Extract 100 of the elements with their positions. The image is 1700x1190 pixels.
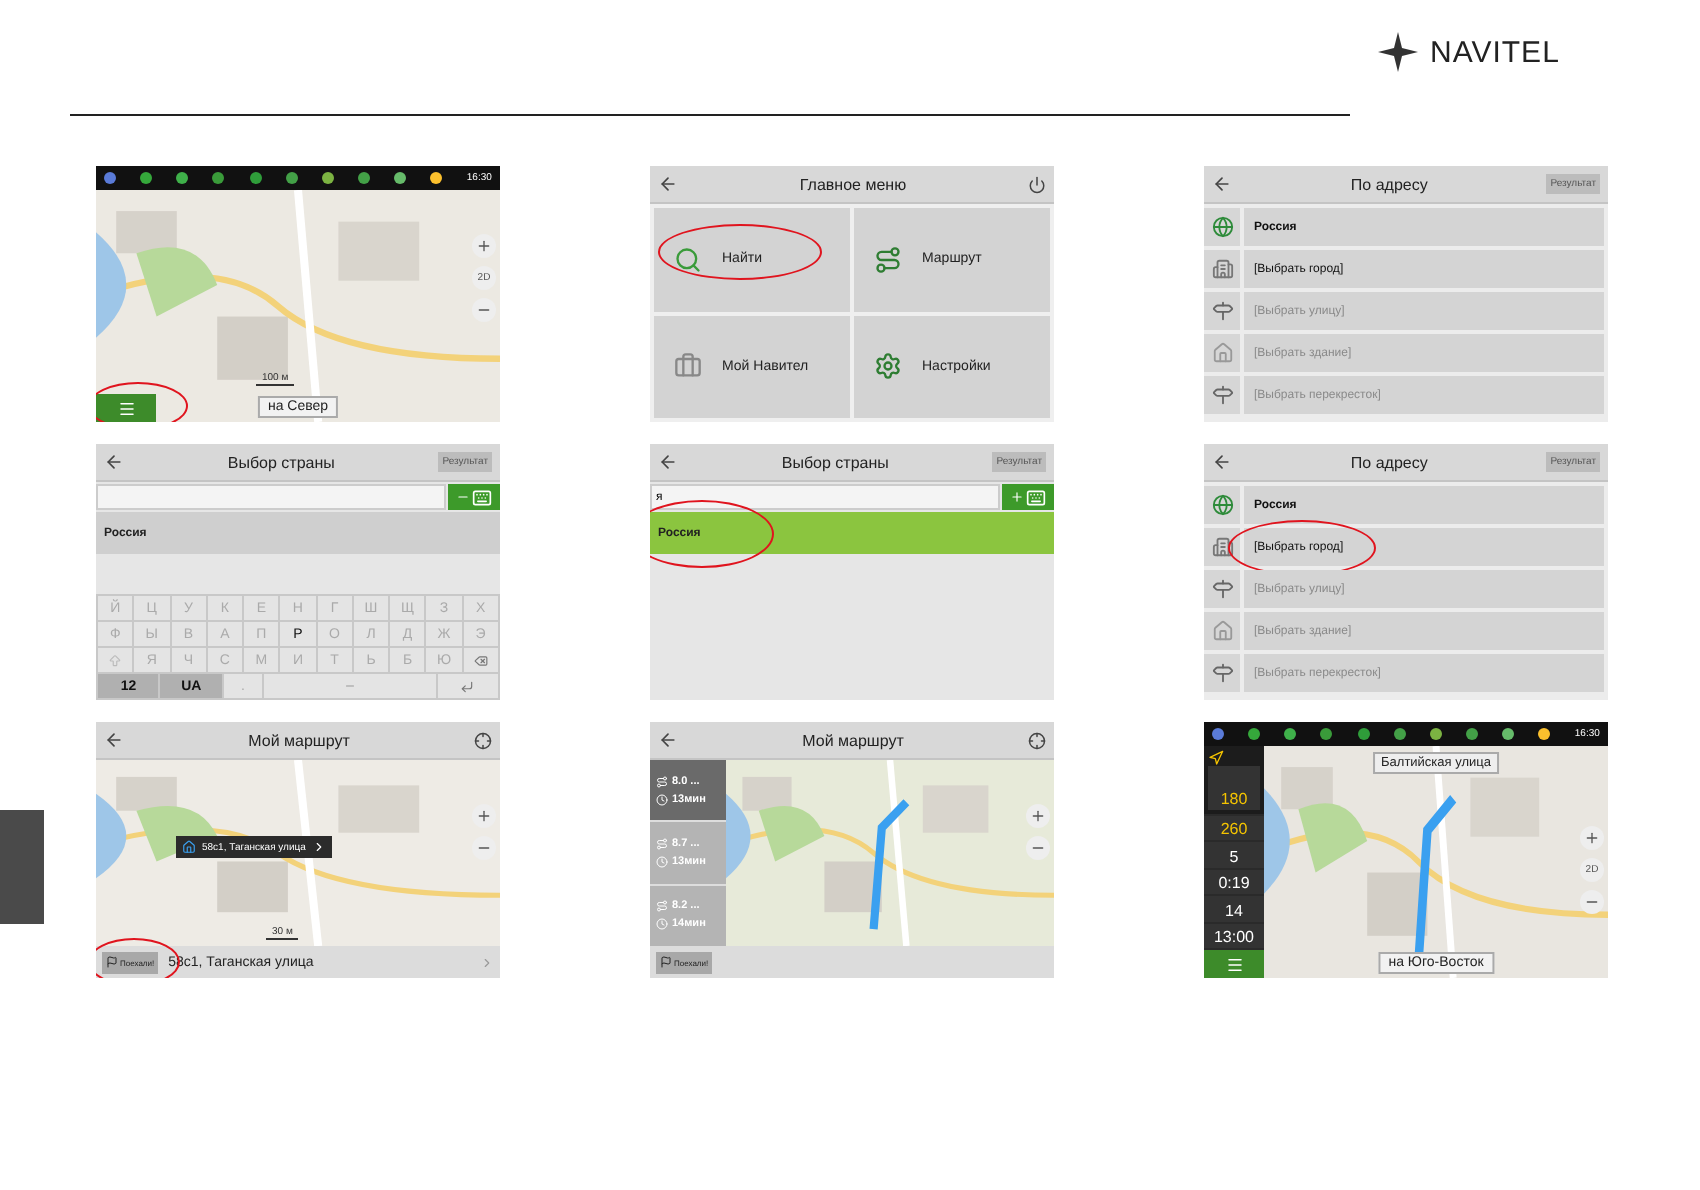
indicator-icon (249, 172, 262, 184)
indicator-icon (140, 172, 153, 184)
backspace-key[interactable] (463, 648, 498, 672)
back-arrow-icon (1212, 452, 1232, 472)
indicator-icon (394, 172, 407, 184)
indicator-icon (1284, 728, 1297, 740)
back-button[interactable] (658, 174, 678, 194)
globe-icon (1211, 494, 1233, 516)
plus-icon (1030, 808, 1046, 824)
plus-icon (476, 238, 492, 254)
keyboard-icon (472, 487, 492, 507)
route-icon (656, 837, 668, 850)
indicator-icon (176, 172, 189, 184)
power-icon (1028, 175, 1046, 193)
back-button[interactable] (104, 730, 124, 750)
flag-icon (660, 956, 672, 968)
indicator-icon (1465, 728, 1478, 740)
screen-title: Выбор страны (225, 453, 337, 471)
route-icon (656, 900, 668, 913)
target-button[interactable] (1028, 731, 1046, 749)
clock-icon (656, 918, 668, 931)
zoom-in-button[interactable] (472, 804, 496, 828)
zoom-out-button[interactable] (1026, 836, 1050, 860)
zoom-out-button[interactable] (472, 836, 496, 860)
space-icon (343, 680, 356, 692)
indicator-icon (285, 172, 298, 184)
shift-icon (108, 653, 123, 667)
next-turn-distance: 260 (1204, 816, 1264, 841)
back-arrow-icon (1212, 174, 1232, 194)
logo-icon (1378, 32, 1418, 72)
building-icon (1211, 536, 1233, 558)
search-field[interactable] (96, 484, 446, 510)
brand-logo: NAVITEL (1430, 35, 1560, 69)
indicator-icon (430, 172, 443, 184)
indicator-icon (357, 172, 370, 184)
route-icon (656, 775, 668, 788)
back-arrow-icon (104, 452, 124, 472)
zoom-in-button[interactable] (1026, 804, 1050, 828)
house-icon (1211, 620, 1233, 642)
back-arrow-icon (104, 730, 124, 750)
trip-value: 14 (1204, 896, 1264, 922)
house-icon (1211, 342, 1233, 364)
trip-value: 0:19 (1204, 869, 1264, 895)
keyboard-toggle-button[interactable] (448, 484, 500, 510)
clock-icon (656, 855, 668, 868)
chevron-icon (311, 840, 326, 854)
menu-button[interactable] (1204, 950, 1264, 978)
indicator-icon (1357, 728, 1370, 740)
screen-title: Выбор страны (779, 453, 891, 471)
plus-icon (1010, 490, 1024, 504)
turn-arrow-icon (1208, 750, 1224, 766)
back-button[interactable] (104, 452, 124, 472)
indicator-icon (1320, 728, 1333, 740)
power-button[interactable] (1028, 175, 1046, 193)
indicator-icon (1248, 728, 1261, 740)
indicator-icon (1429, 728, 1442, 740)
keyboard-icon (1026, 487, 1046, 507)
indicator-icon (1502, 728, 1515, 740)
plus-icon (1584, 830, 1600, 846)
keyboard-toggle-button[interactable] (1002, 484, 1054, 510)
backspace-icon (473, 653, 488, 667)
indicator-icon (212, 172, 225, 184)
globe-icon (1211, 216, 1233, 238)
back-button[interactable] (658, 452, 678, 472)
trip-value: 5 (1204, 842, 1264, 868)
zoom-out-button[interactable] (1580, 890, 1604, 914)
target-button[interactable] (474, 731, 492, 749)
zoom-in-button[interactable] (1580, 826, 1604, 850)
signpost-icon (1211, 578, 1233, 600)
back-arrow-icon (658, 452, 678, 472)
back-button[interactable] (1212, 174, 1232, 194)
zoom-in-button[interactable] (472, 234, 496, 258)
screen-title: По адресу (1348, 175, 1430, 193)
back-button[interactable] (1212, 452, 1232, 472)
trip-value: 13:00 (1204, 923, 1264, 949)
menu-icon (1225, 955, 1243, 974)
signpost-icon (1211, 662, 1233, 684)
signpost-icon (1211, 300, 1233, 322)
screen-title: По адресу (1348, 453, 1430, 471)
zoom-out-button[interactable] (472, 298, 496, 322)
flag-icon (106, 956, 118, 968)
building-icon (1211, 258, 1233, 280)
screen-title: Мой маршрут (246, 731, 352, 749)
indicator-icon (321, 172, 334, 184)
bag-icon (674, 352, 702, 381)
minus-icon (456, 490, 470, 504)
screen-title: Главное меню (797, 175, 909, 193)
indicator-icon (1538, 728, 1551, 740)
indicator-icon (1212, 728, 1224, 740)
back-arrow-icon (658, 174, 678, 194)
house-icon (182, 840, 196, 854)
screen-title: Мой маршрут (800, 731, 906, 749)
clock-icon (656, 793, 668, 806)
indicator-icon (104, 172, 116, 184)
back-button[interactable] (658, 730, 678, 750)
turn-distance: 180 (1208, 766, 1260, 810)
indicator-icon (1393, 728, 1406, 740)
menu-button[interactable] (96, 394, 156, 422)
signpost-icon (1211, 384, 1233, 406)
settings-icon (874, 352, 902, 381)
